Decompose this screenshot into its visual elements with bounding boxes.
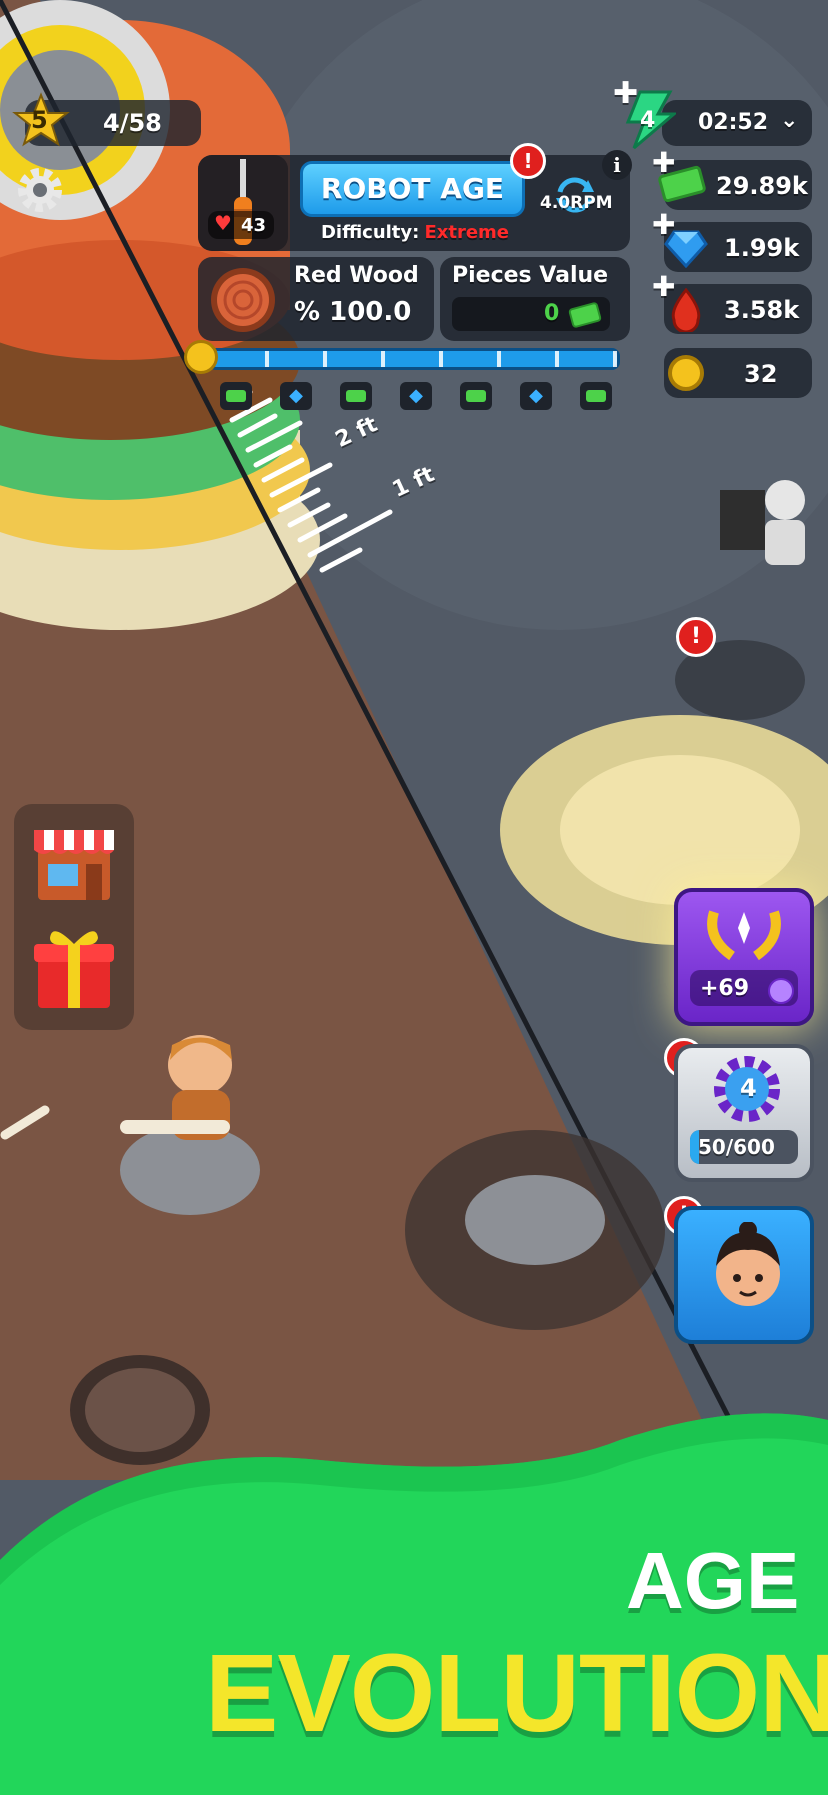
difficulty-value: Extreme	[424, 222, 510, 243]
gift-icon[interactable]	[32, 922, 116, 1016]
coin-icon	[668, 355, 704, 391]
chevron-down-icon[interactable]: ⌄	[780, 108, 798, 133]
blood-plus-icon[interactable]: ✚	[652, 270, 675, 303]
cash-amount: 29.89k	[716, 172, 808, 200]
energy-timer: 02:52	[698, 110, 769, 135]
material-name: Red Wood	[294, 263, 419, 288]
laurel-icon	[702, 898, 786, 972]
cash-plus-icon[interactable]: ✚	[652, 146, 675, 179]
heart-icon: ♥	[214, 211, 232, 235]
pieces-value-card: Pieces Value 0	[440, 257, 630, 341]
energy-plus-icon[interactable]: ✚	[613, 76, 638, 111]
coin-icon	[184, 340, 218, 374]
avatar-icon	[706, 1221, 790, 1336]
alert-badge-upgrade: !	[676, 617, 716, 657]
material-card[interactable]: Red Wood % 100.0	[198, 257, 434, 341]
level-card[interactable]: 4 50/600	[674, 1044, 814, 1182]
level-number: 4	[740, 1074, 757, 1102]
rpm-value: 4.0RPM	[540, 193, 613, 213]
gem-plus-icon[interactable]: ✚	[652, 208, 675, 241]
pieces-value: 0	[544, 301, 560, 326]
coin-amount: 32	[744, 360, 778, 388]
reward-markers: ◆ ◆ ◆	[220, 382, 620, 412]
era-alert-badge: !	[510, 143, 546, 179]
energy-count: 4	[640, 108, 656, 133]
material-percent: % 100.0	[294, 297, 412, 327]
pieces-value-label: Pieces Value	[452, 263, 609, 288]
gem-amount: 1.99k	[724, 234, 800, 262]
level-progress: 50/600	[698, 1135, 775, 1159]
cutting-progress-bar	[208, 348, 620, 370]
blood-amount: 3.58k	[724, 296, 800, 324]
era-title: ROBOT AGE	[320, 172, 505, 205]
player-level-number: 5	[31, 106, 48, 134]
banner-line2: EVOLUTION	[205, 1632, 828, 1755]
tool-hp: 43	[241, 215, 267, 236]
tool-card[interactable]: ♥ 43	[198, 155, 288, 251]
banner-line1: AGE	[626, 1536, 800, 1625]
rank-bonus: +69	[700, 976, 750, 1001]
difficulty-label: Difficulty:	[320, 222, 420, 243]
rank-card[interactable]: +69	[674, 888, 814, 1026]
info-button[interactable]: i	[602, 150, 632, 180]
gear-icon[interactable]	[14, 164, 66, 216]
era-title-button[interactable]: ROBOT AGE	[300, 161, 525, 217]
energy-timer-bar[interactable]: 02:52 ⌄	[662, 100, 812, 146]
wood-log-icon	[208, 265, 278, 339]
character-card[interactable]	[674, 1206, 814, 1344]
player-level-progress: 4/58	[103, 109, 162, 137]
shop-icon[interactable]	[30, 820, 118, 908]
